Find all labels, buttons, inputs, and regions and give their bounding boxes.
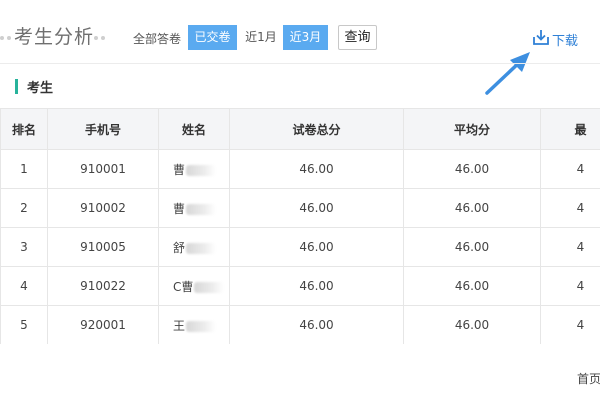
table-row[interactable]: 1 910001 曹 46.00 46.00 4 — [0, 149, 600, 189]
query-button[interactable]: 查询 — [338, 25, 377, 50]
cell-phone: 910005 — [47, 227, 159, 267]
download-label: 下载 — [552, 33, 579, 49]
column-header-total-score[interactable]: 试卷总分 — [229, 108, 404, 150]
name-text: 曹 — [173, 162, 186, 177]
decorative-dots-right — [94, 36, 105, 40]
filter-last-1-month-button[interactable]: 近1月 — [242, 25, 280, 50]
cell-rank: 2 — [0, 188, 48, 228]
name-text: 王 — [173, 318, 186, 333]
cell-truncated: 4 — [540, 188, 600, 228]
name-text: C曹 — [173, 279, 194, 294]
cell-name: 曹 — [158, 188, 230, 228]
candidates-table-container: 排名 手机号 姓名 试卷总分 平均分 最 1 910001 曹 46.00 46… — [0, 108, 600, 344]
cell-average: 46.00 — [403, 149, 541, 189]
redacted-name-blur — [186, 320, 217, 332]
filter-submitted-button[interactable]: 已交卷 — [188, 25, 237, 50]
cell-phone: 910002 — [47, 188, 159, 228]
column-header-name[interactable]: 姓名 — [158, 108, 230, 150]
cell-rank: 3 — [0, 227, 48, 267]
table-row[interactable]: 5 920001 王 46.00 46.00 4 — [0, 305, 600, 344]
cell-truncated: 4 — [540, 266, 600, 306]
page-title: 考生分析 — [14, 26, 95, 48]
section-accent-bar — [15, 79, 18, 94]
cell-total-score: 46.00 — [229, 266, 404, 306]
cell-name: 王 — [158, 305, 230, 344]
cell-rank: 1 — [0, 149, 48, 189]
table-row[interactable]: 3 910005 舒 46.00 46.00 4 — [0, 227, 600, 267]
section-heading: 考生 — [15, 78, 54, 96]
column-header-truncated[interactable]: 最 — [540, 108, 600, 150]
cell-name: 曹 — [158, 149, 230, 189]
redacted-name-blur — [186, 203, 217, 215]
cell-truncated: 4 — [540, 305, 600, 344]
filter-all-answers-label: 全部答卷 — [133, 32, 182, 46]
cell-average: 46.00 — [403, 227, 541, 267]
cell-phone: 910022 — [47, 266, 159, 306]
cell-name: C曹 — [158, 266, 230, 306]
cell-total-score: 46.00 — [229, 188, 404, 228]
cell-total-score: 46.00 — [229, 227, 404, 267]
filter-last-3-months-button[interactable]: 近3月 — [283, 25, 328, 50]
header-divider — [0, 63, 600, 64]
cell-rank: 4 — [0, 266, 48, 306]
pagination-first-page-link[interactable]: 首页 — [577, 370, 600, 387]
download-button[interactable]: 下载 — [532, 28, 578, 50]
download-icon — [532, 28, 550, 50]
redacted-name-blur — [186, 242, 217, 254]
cell-average: 46.00 — [403, 188, 541, 228]
redacted-name-blur — [194, 281, 225, 293]
section-title: 考生 — [27, 81, 54, 96]
cell-name: 舒 — [158, 227, 230, 267]
column-header-average[interactable]: 平均分 — [403, 108, 541, 150]
decorative-dots-left — [0, 36, 11, 40]
cell-average: 46.00 — [403, 266, 541, 306]
cell-phone: 920001 — [47, 305, 159, 344]
table-header-row: 排名 手机号 姓名 试卷总分 平均分 最 — [0, 108, 600, 150]
annotation-arrow-icon — [485, 52, 530, 95]
cell-truncated: 4 — [540, 149, 600, 189]
page-header: 考生分析 全部答卷 已交卷 近1月 近3月 查询 下载 — [0, 0, 600, 95]
redacted-name-blur — [186, 164, 217, 176]
column-header-rank[interactable]: 排名 — [0, 108, 48, 150]
candidates-table: 排名 手机号 姓名 试卷总分 平均分 最 1 910001 曹 46.00 46… — [0, 108, 600, 344]
exam-analysis-page: 考生分析 全部答卷 已交卷 近1月 近3月 查询 下载 考生 排名 手机号 姓名… — [0, 0, 600, 400]
cell-phone: 910001 — [47, 149, 159, 189]
name-text: 曹 — [173, 201, 186, 216]
name-text: 舒 — [173, 240, 186, 255]
cell-total-score: 46.00 — [229, 149, 404, 189]
cell-rank: 5 — [0, 305, 48, 344]
column-header-phone[interactable]: 手机号 — [47, 108, 159, 150]
cell-total-score: 46.00 — [229, 305, 404, 344]
cell-truncated: 4 — [540, 227, 600, 267]
cell-average: 46.00 — [403, 305, 541, 344]
table-row[interactable]: 4 910022 C曹 46.00 46.00 4 — [0, 266, 600, 306]
table-row[interactable]: 2 910002 曹 46.00 46.00 4 — [0, 188, 600, 228]
